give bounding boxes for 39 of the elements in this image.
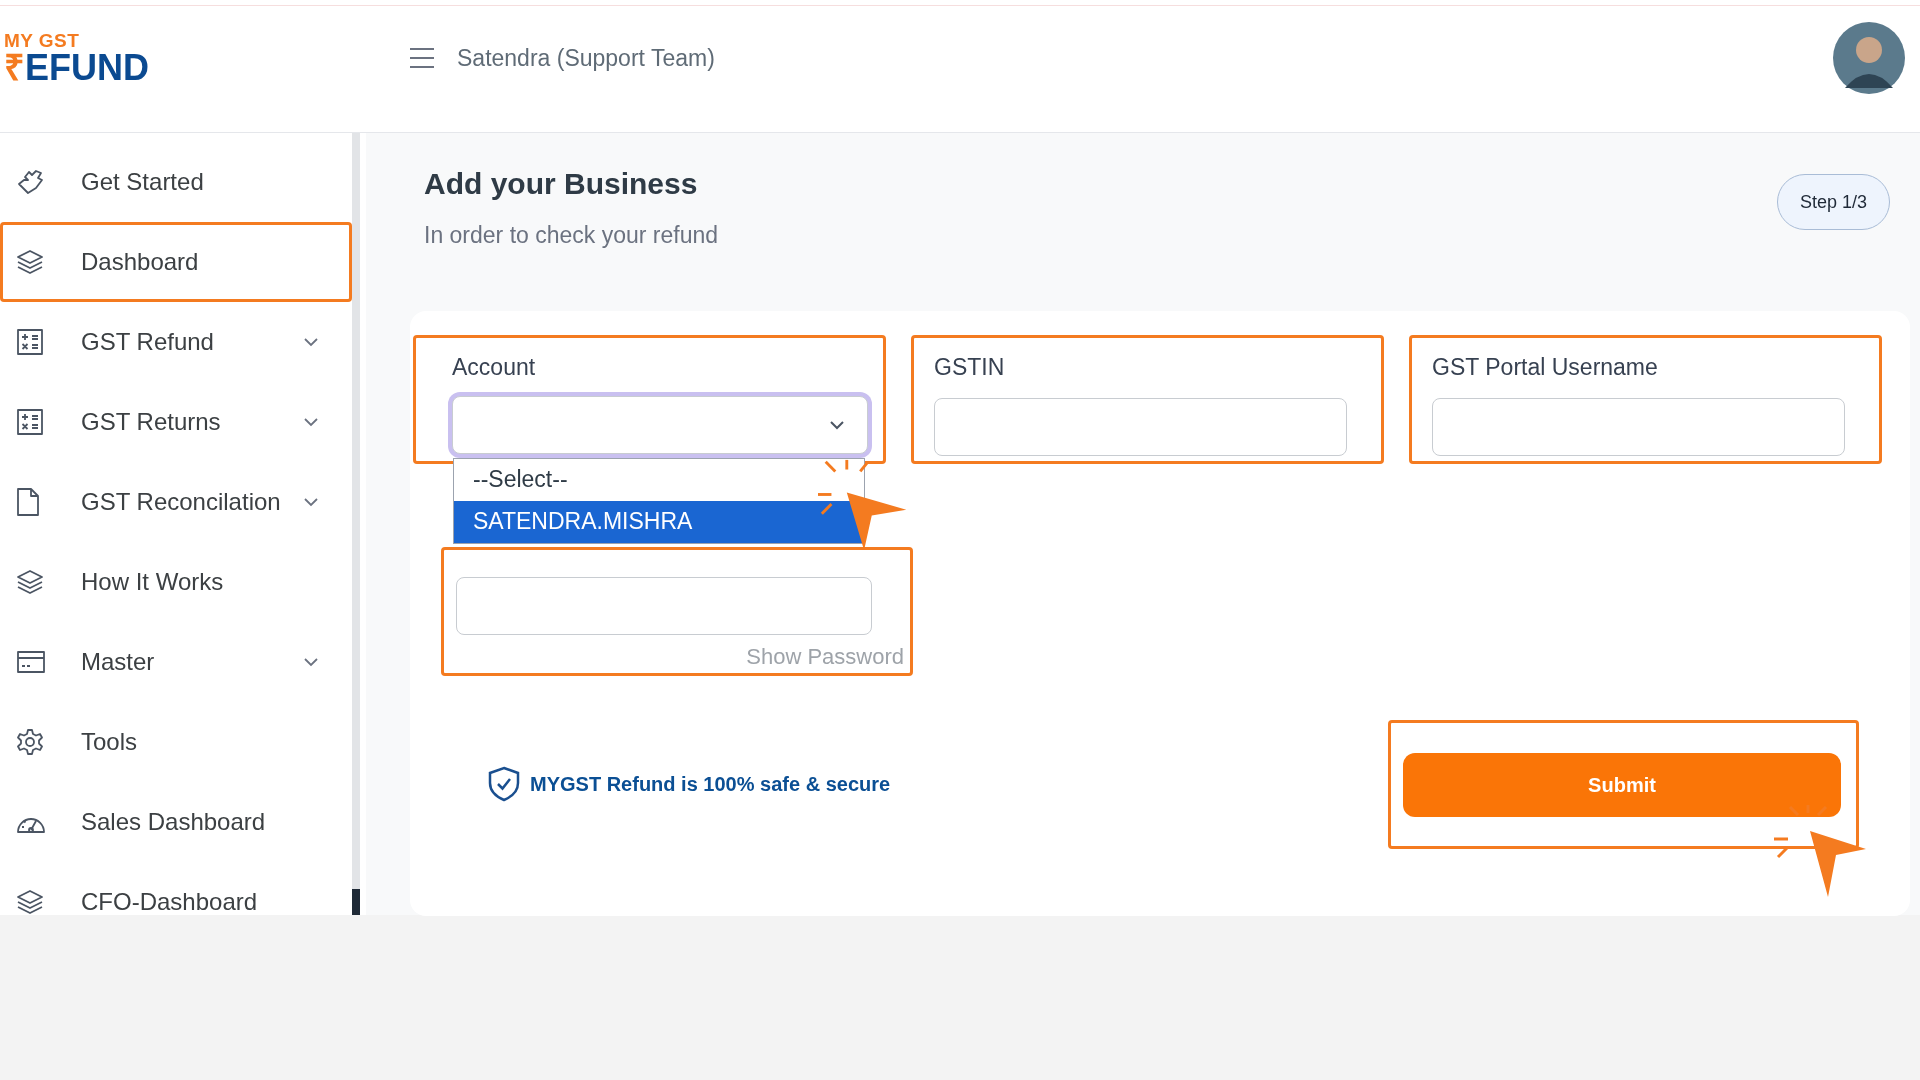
field-label: GST Portal Username [1432,352,1658,382]
card-icon [16,650,46,674]
sidebar-item[interactable]: Get Started [0,142,352,222]
layers-icon [16,889,44,915]
chevron-down-icon [829,419,845,430]
sidebar-item[interactable]: Dashboard [0,222,352,302]
hand-icon [16,168,46,196]
security-note: MYGST Refund is 100% safe & secure [530,772,891,797]
avatar[interactable] [1833,22,1905,94]
menu-icon[interactable] [410,48,434,68]
sidebar-item[interactable]: GST Refund [0,302,352,382]
layers-icon [16,249,44,275]
layers-icon [16,569,44,595]
calculator-icon [16,408,44,436]
field-label: GSTIN [934,352,1005,382]
sidebar-item[interactable]: CFO-Dashboard [0,862,352,942]
dropdown-option[interactable]: SATENDRA.MISHRA [454,500,864,543]
settings-icon [16,728,44,756]
text-field[interactable] [1432,397,1845,456]
step-badge: Step 1/3 [1776,174,1890,230]
text-field[interactable] [934,397,1347,456]
password-field[interactable] [456,576,872,635]
sidebar-item[interactable]: GST Returns [0,382,352,462]
page-subtitle: In order to check your refund [424,221,719,250]
sidebar-item[interactable]: How It Works [0,542,352,622]
sidebar-item[interactable]: Sales Dashboard [0,782,352,862]
shield-check-icon [487,766,521,802]
logo-tagline: MY GST [4,30,81,50]
calculator-icon [16,328,44,356]
page-title: Add your Business [424,166,699,202]
user-name: Satendra (Support Team) [457,43,715,73]
field-label: Account [452,352,536,382]
sidebar-item[interactable]: GST Reconcilation [0,462,352,542]
sidebar-item[interactable]: Tools [0,702,352,782]
dropdown-option[interactable]: --Select-- [454,458,864,501]
sidebar-item[interactable]: Master [0,622,352,702]
logo-wordmark: ₹EFUND [4,49,150,86]
scrollbar[interactable] [352,133,360,915]
document-icon [16,487,40,517]
